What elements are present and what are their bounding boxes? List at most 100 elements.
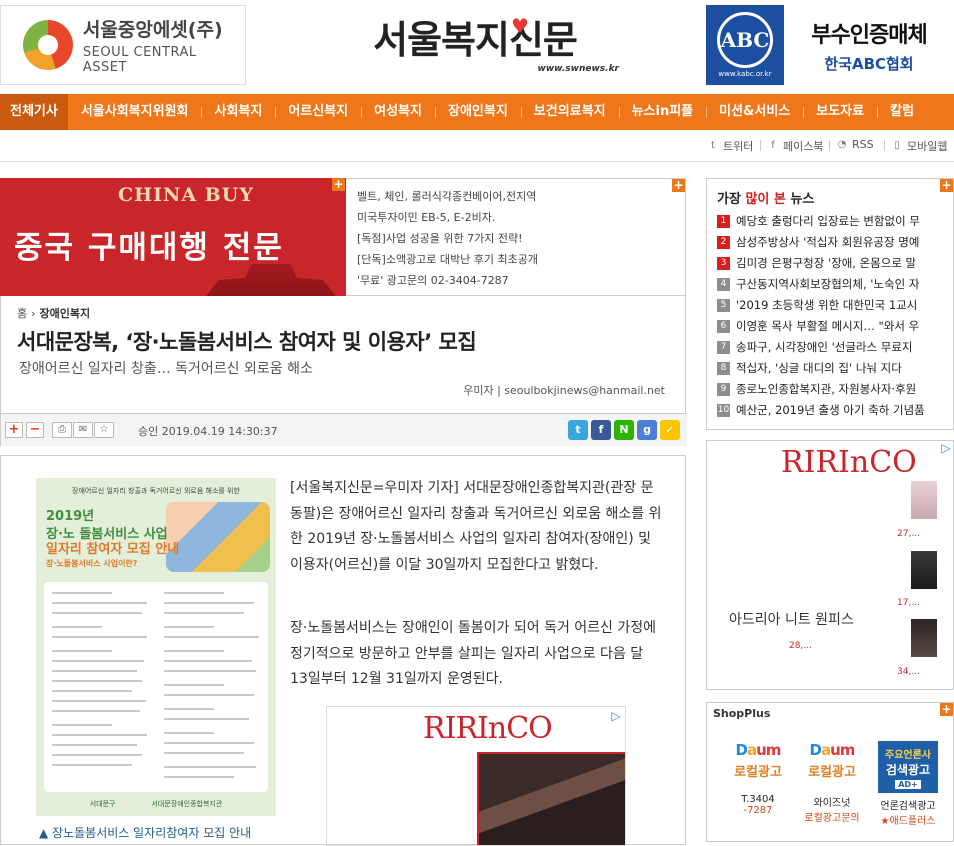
- local-ad-label: 로컬광고: [808, 765, 856, 780]
- twitter-label: 트위터: [723, 140, 754, 153]
- rank-badge: 7: [717, 340, 730, 354]
- shopplus-item[interactable]: 주요언론사 검색광고 AD+ 언론검색광고 ★애드플러스: [873, 741, 943, 827]
- divider: [884, 140, 885, 151]
- nav-item-women-welfare[interactable]: 여성복지: [361, 94, 435, 130]
- image-caption: ▲ 장노돌봄서비스 일자리참여자 모집 안내: [39, 826, 252, 840]
- shopplus-item-name: 언론검색광고: [880, 801, 936, 812]
- rss-icon: ◔: [837, 138, 847, 150]
- article-paragraph: [서울복지신문=우미자 기자] 서대문장애인종합복지관(관장 문동팔)은 장애어…: [290, 480, 662, 573]
- text-ad-link[interactable]: [단독]소액광고로 대박난 후기 최초공개: [357, 249, 685, 270]
- poster-line2: 일자리 참여자 모집 안내: [46, 542, 180, 557]
- approval-date: 승인 2019.04.19 14:30:37: [138, 425, 278, 438]
- scrap-icon[interactable]: ☆: [94, 422, 114, 438]
- rank-badge: 3: [717, 256, 730, 270]
- nav-item-column[interactable]: 칼럼: [877, 94, 927, 130]
- plus-icon[interactable]: +: [940, 703, 953, 716]
- popular-news-item[interactable]: 7 송파구, 시각장애인 '선글라스 무료지: [717, 338, 949, 356]
- article-toolbar: + − ⎙ ✉ ☆ 승인 2019.04.19 14:30:37 t f N g…: [1, 413, 687, 446]
- product-thumbnail[interactable]: [911, 551, 937, 589]
- plus-icon[interactable]: +: [672, 179, 685, 192]
- poster-footer-org2: 서대문장애인종합복지관: [151, 800, 223, 808]
- popular-news-item[interactable]: 3 김미경 은평구청장 '장애, 온몸으로 말: [717, 254, 949, 272]
- text-ad-link[interactable]: [독점]사업 성공을 위한 7가지 전략!: [357, 228, 685, 249]
- rank-badge: 6: [717, 319, 730, 333]
- daum-logo: Daum: [809, 741, 856, 759]
- plus-icon[interactable]: +: [332, 178, 345, 191]
- abc-line2: 한국ABC협회: [824, 54, 914, 73]
- popular-news-item[interactable]: 6 이영훈 목사 부활절 메시지… "와서 우: [717, 317, 949, 335]
- nav-item-social-welfare[interactable]: 사회복지: [201, 94, 275, 130]
- twitter-share-icon[interactable]: t: [568, 420, 588, 440]
- ririnco-side-ad[interactable]: RIRInCO ▷ 27,... 17,... 34,... 아드리아 니트 원…: [706, 440, 954, 690]
- naver-share-icon[interactable]: N: [614, 420, 634, 440]
- article-image[interactable]: 장애어르신 일자리 창출과 독거어르신 외로움 해소를 위한 2019년 장·노…: [36, 478, 276, 816]
- facebook-link[interactable]: f 페이스북: [767, 138, 823, 154]
- banner-headline: 중국 구매대행 전문: [14, 230, 284, 266]
- popular-news-item[interactable]: 5'2019 초등학생 위한 대한민국 1교시: [717, 296, 949, 314]
- popular-news-item[interactable]: 1 예당호 출렁다리 입장료는 변함없이 무: [717, 212, 949, 230]
- text-ad-link[interactable]: 미국투자이민 EB-5, E-2비자.: [357, 207, 685, 228]
- popular-news-item[interactable]: 10 예산군, 2019년 출생 아기 축하 기념품: [717, 401, 949, 419]
- product-thumbnail[interactable]: [911, 619, 937, 657]
- article-body: 장애어르신 일자리 창출과 독거어르신 외로움 해소를 위한 2019년 장·노…: [0, 455, 686, 846]
- plus-icon[interactable]: +: [940, 179, 953, 192]
- email-icon[interactable]: ✉: [73, 422, 93, 438]
- print-icon[interactable]: ⎙: [52, 422, 72, 438]
- shopplus-item[interactable]: Daum 로컬광고 T.3404 -7287: [723, 741, 793, 816]
- adchoices-icon[interactable]: ▷: [939, 441, 953, 455]
- seoul-central-asset-ad[interactable]: 서울중앙에셋(주) SEOUL CENTRAL ASSET: [0, 5, 246, 85]
- popular-news-item[interactable]: 4 구산동지역사회보장협의체, '노숙인 자: [717, 275, 949, 293]
- breadcrumb-category[interactable]: 장애인복지: [40, 305, 91, 321]
- divider: [760, 140, 761, 151]
- breadcrumb-home[interactable]: 홈: [17, 305, 27, 321]
- thumb-price: 17,...: [897, 598, 920, 608]
- adplus-logo: AD+: [895, 779, 921, 789]
- nav-item-all[interactable]: 전체기사: [0, 94, 68, 130]
- twitter-link[interactable]: t 트위터: [707, 138, 753, 154]
- text-ad-link[interactable]: '무료' 광고문의 02-3404-7287: [357, 270, 685, 291]
- search-ad-banner: 주요언론사 검색광고 AD+: [878, 741, 938, 793]
- mobile-web-link[interactable]: ▯ 모바일웹: [891, 138, 947, 154]
- site-logo[interactable]: 서울복지신문 ♥ www.swnews.kr: [325, 14, 625, 78]
- rss-link[interactable]: ◔ RSS: [836, 138, 874, 151]
- shopplus-item-sub: ★애드플러스: [880, 816, 936, 827]
- chevron-right-icon: ›: [31, 306, 36, 320]
- nav-item-press-release[interactable]: 보도자료: [803, 94, 877, 130]
- china-buy-banner[interactable]: CHINA BUY 중국 구매대행 전문 +: [0, 178, 346, 296]
- popular-news-item[interactable]: 9 종로노인종합복지관, 자원봉사자·후원: [717, 380, 949, 398]
- nav-item-senior-welfare[interactable]: 어르신복지: [275, 94, 361, 130]
- product-price: 28,...: [789, 641, 812, 651]
- shopplus-item[interactable]: Daum 로컬광고 와이즈넛 로컬광고문의: [797, 741, 867, 824]
- nav-item-news-people[interactable]: 뉴스in피플: [618, 94, 707, 130]
- adchoices-icon[interactable]: ▷: [609, 709, 623, 723]
- site-logo-url: www.swnews.kr: [537, 64, 619, 74]
- bookmark-share-icon[interactable]: ✓: [660, 420, 680, 440]
- nav-item-mission-service[interactable]: 미션&서비스: [706, 94, 803, 130]
- article-paragraph: 장·노돌봄서비스는 장애인이 돌봄이가 되어 독거 어르신 가정에 정기적으로 …: [290, 620, 657, 687]
- poster-year: 2019년: [46, 509, 95, 524]
- nav-item-health-welfare[interactable]: 보건의료복지: [520, 94, 619, 130]
- social-links-bar: t 트위터 f 페이스북 ◔ RSS ▯ 모바일웹: [0, 130, 954, 162]
- breadcrumb: 홈 › 장애인복지: [17, 305, 90, 321]
- text-ad-link[interactable]: 벨트, 체인, 롤러식각종컨베이어,전지역: [357, 186, 685, 207]
- popular-news-item[interactable]: 8 적십자, '싱글 대디의 집' 나눠 지다: [717, 359, 949, 377]
- facebook-share-icon[interactable]: f: [591, 420, 611, 440]
- product-thumbnail[interactable]: [911, 481, 937, 519]
- abc-logo: ABC www.kabc.or.kr: [706, 5, 784, 85]
- divider: [829, 140, 830, 151]
- font-decrease-button[interactable]: −: [26, 422, 44, 438]
- popular-news-box: 가장 많이 본 뉴스 1 예당호 출렁다리 입장료는 변함없이 무 2 삼성주방상사…: [706, 178, 954, 430]
- nav-item-disability-welfare[interactable]: 장애인복지: [434, 94, 521, 130]
- poster-question: 장·노돌봄서비스 사업이란?: [46, 559, 138, 568]
- daum-logo: Daum: [735, 741, 782, 759]
- thumb-price: 27,...: [897, 529, 920, 539]
- font-increase-button[interactable]: +: [5, 422, 23, 438]
- nav-item-seoul-committee[interactable]: 서울사회복지위원회: [68, 94, 202, 130]
- kabc-ad[interactable]: ABC www.kabc.or.kr 부수인증매체 한국ABC협회: [706, 5, 954, 85]
- google-share-icon[interactable]: g: [637, 420, 657, 440]
- shopplus-item-name: 와이즈넛: [813, 798, 851, 809]
- ririnco-inline-ad[interactable]: RIRInCO ▷: [326, 706, 626, 846]
- site-logo-title: 서울복지신문: [373, 18, 578, 62]
- popular-news-item[interactable]: 2 삼성주방상사 '적십자 회원유공장 명예: [717, 233, 949, 251]
- product-name[interactable]: 아드리아 니트 원피스: [729, 609, 854, 629]
